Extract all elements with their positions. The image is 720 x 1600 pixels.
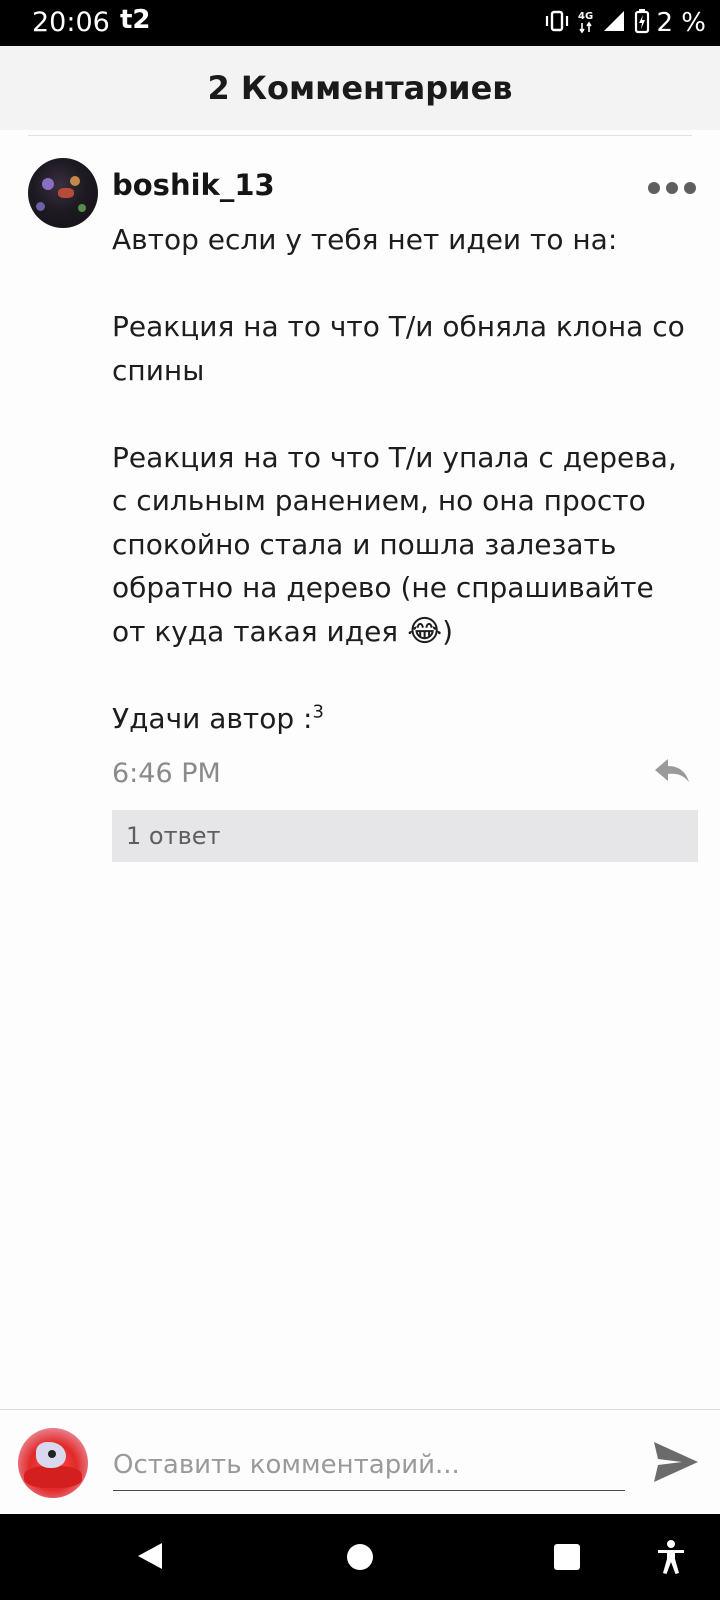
back-button[interactable]	[136, 1541, 164, 1576]
closing-paren: )	[442, 614, 454, 648]
accessibility-button[interactable]	[656, 1539, 686, 1580]
reply-button[interactable]	[652, 756, 692, 786]
back-icon	[138, 1543, 162, 1569]
comment-paragraph-text: Реакция на то что Т/и упала с дерева, с …	[112, 440, 677, 648]
comment-paragraph: Автор если у тебя нет идеи то на:	[112, 223, 618, 256]
replies-count: 1 ответ	[126, 822, 221, 850]
accessibility-icon	[658, 1540, 684, 1574]
current-user-avatar	[18, 1428, 88, 1498]
send-icon	[654, 1442, 698, 1482]
composer-divider	[0, 1409, 720, 1410]
comment-timestamp: 6:46 PM	[112, 758, 221, 789]
view-replies-button[interactable]: 1 ответ	[112, 810, 698, 862]
status-time: 20:06	[32, 7, 110, 38]
author-avatar[interactable]	[28, 158, 98, 228]
battery-icon	[634, 8, 650, 39]
signoff-superscript: 3	[312, 701, 324, 723]
network-type-icon: 4G	[578, 8, 594, 39]
more-options-button[interactable]	[648, 176, 696, 200]
signoff-text: Удачи автор :	[112, 701, 313, 735]
svg-text:4G: 4G	[578, 11, 593, 22]
battery-level: 2 %	[656, 8, 706, 38]
vibrate-icon	[544, 10, 570, 37]
signal-icon	[602, 9, 626, 38]
laughing-emoji-icon: 😂	[407, 613, 443, 649]
comments-screen: 20:06 t2 4G 2 % 2 Комментариев boshik_13	[0, 0, 720, 1600]
reply-arrow-icon	[655, 759, 689, 782]
comment-paragraph: Реакция на то что Т/и упала с дерева, с …	[112, 436, 692, 654]
status-bar: 20:06 t2 4G 2 %	[0, 0, 720, 46]
comment-paragraph: Реакция на то что Т/и обняла клона со сп…	[112, 310, 685, 387]
more-horizontal-icon	[648, 182, 660, 194]
status-icons: 4G 2 %	[536, 6, 706, 40]
recents-button[interactable]	[554, 1544, 580, 1570]
comment-author[interactable]: boshik_13	[112, 168, 275, 202]
carrier-label: t2	[120, 5, 151, 35]
header: 2 Комментариев	[0, 46, 720, 130]
system-nav-bar	[0, 1514, 720, 1600]
send-button[interactable]	[650, 1436, 702, 1488]
comment-input[interactable]	[113, 1440, 625, 1491]
divider	[28, 135, 692, 136]
comment-signoff: Удачи автор :3	[112, 697, 692, 741]
page-title: 2 Комментариев	[207, 69, 513, 107]
comment-text: Автор если у тебя нет идеи то на: Реакци…	[112, 218, 692, 740]
home-button[interactable]	[347, 1544, 373, 1570]
